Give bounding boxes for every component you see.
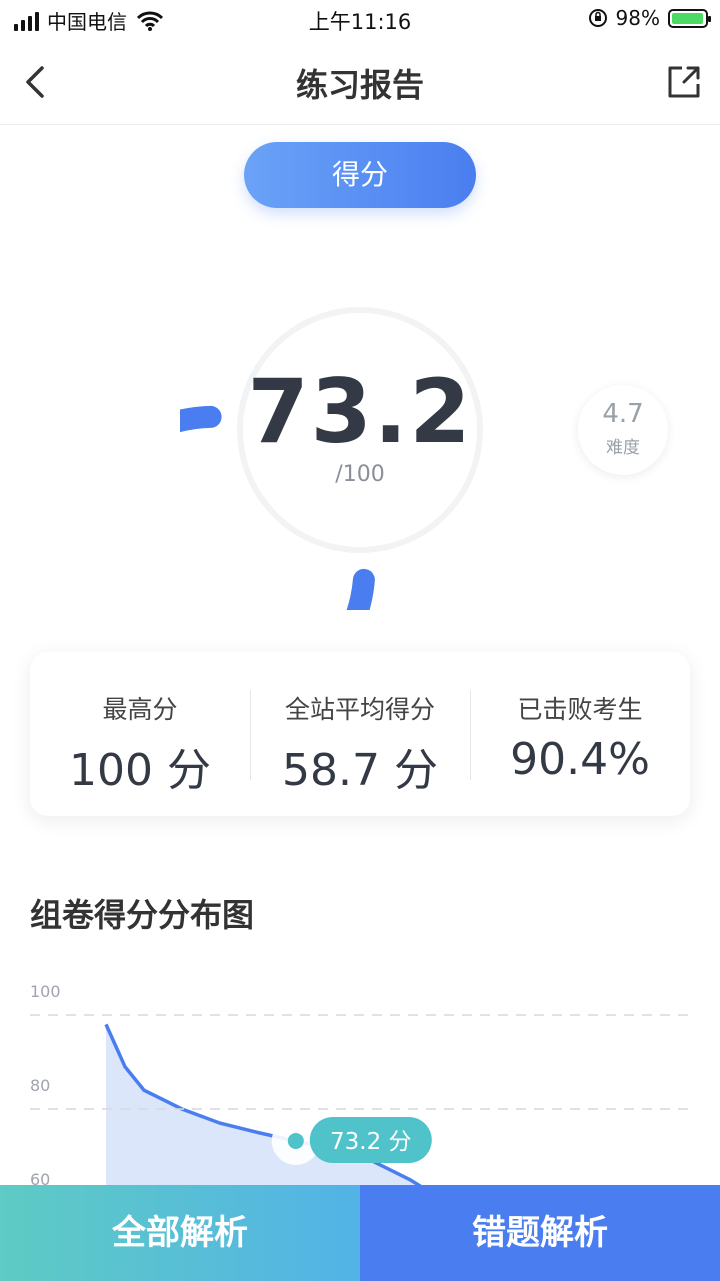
share-external-icon[interactable] xyxy=(662,60,706,104)
bottom-action-bar: 全部解析 错题解析 xyxy=(0,1185,720,1281)
score-tab-button[interactable]: 得分 xyxy=(244,142,476,208)
status-right: 98% xyxy=(588,6,711,30)
score-total: /100 xyxy=(335,462,385,487)
distribution-title: 组卷得分分布图 xyxy=(30,896,255,934)
stat-beaten: 已击败考生 90.4% xyxy=(470,652,690,816)
orientation-lock-icon xyxy=(588,9,607,27)
status-bar: 中国电信 上午11:16 98% xyxy=(0,0,720,40)
stat-label: 全站平均得分 xyxy=(284,695,435,724)
difficulty-badge: 4.7 难度 xyxy=(578,385,668,475)
all-analysis-button[interactable]: 全部解析 xyxy=(0,1185,360,1281)
battery-percent: 98% xyxy=(615,6,660,30)
difficulty-value: 4.7 xyxy=(602,399,644,429)
stat-average: 全站平均得分 58.7 分 xyxy=(250,652,470,816)
y-tick-label: 100 xyxy=(30,982,61,1001)
page-title: 练习报告 xyxy=(295,66,424,104)
nav-bar: 练习报告 xyxy=(0,40,720,125)
y-tick-label: 80 xyxy=(30,1076,50,1095)
difficulty-label: 难度 xyxy=(606,438,640,458)
battery-charging-icon xyxy=(668,8,711,28)
distribution-chart: 100806073.2 分 xyxy=(30,982,692,1190)
stat-value: 58.7 分 xyxy=(282,745,438,796)
marker-dot xyxy=(287,1132,304,1149)
stat-value: 90.4% xyxy=(510,734,650,785)
marker-label: 73.2 分 xyxy=(330,1129,412,1155)
distribution-area xyxy=(106,1024,427,1190)
stat-label: 已击败考生 xyxy=(517,695,643,724)
stat-highest: 最高分 100 分 xyxy=(30,652,250,816)
stats-card: 最高分 100 分 全站平均得分 58.7 分 已击败考生 90.4% xyxy=(30,652,690,816)
score-value: 73.2 xyxy=(247,360,473,463)
marker-label-badge: 73.2 分 xyxy=(309,1116,432,1163)
wrong-analysis-button[interactable]: 错题解析 xyxy=(360,1185,720,1281)
stat-label: 最高分 xyxy=(102,695,178,724)
stat-value: 100 分 xyxy=(69,745,211,796)
